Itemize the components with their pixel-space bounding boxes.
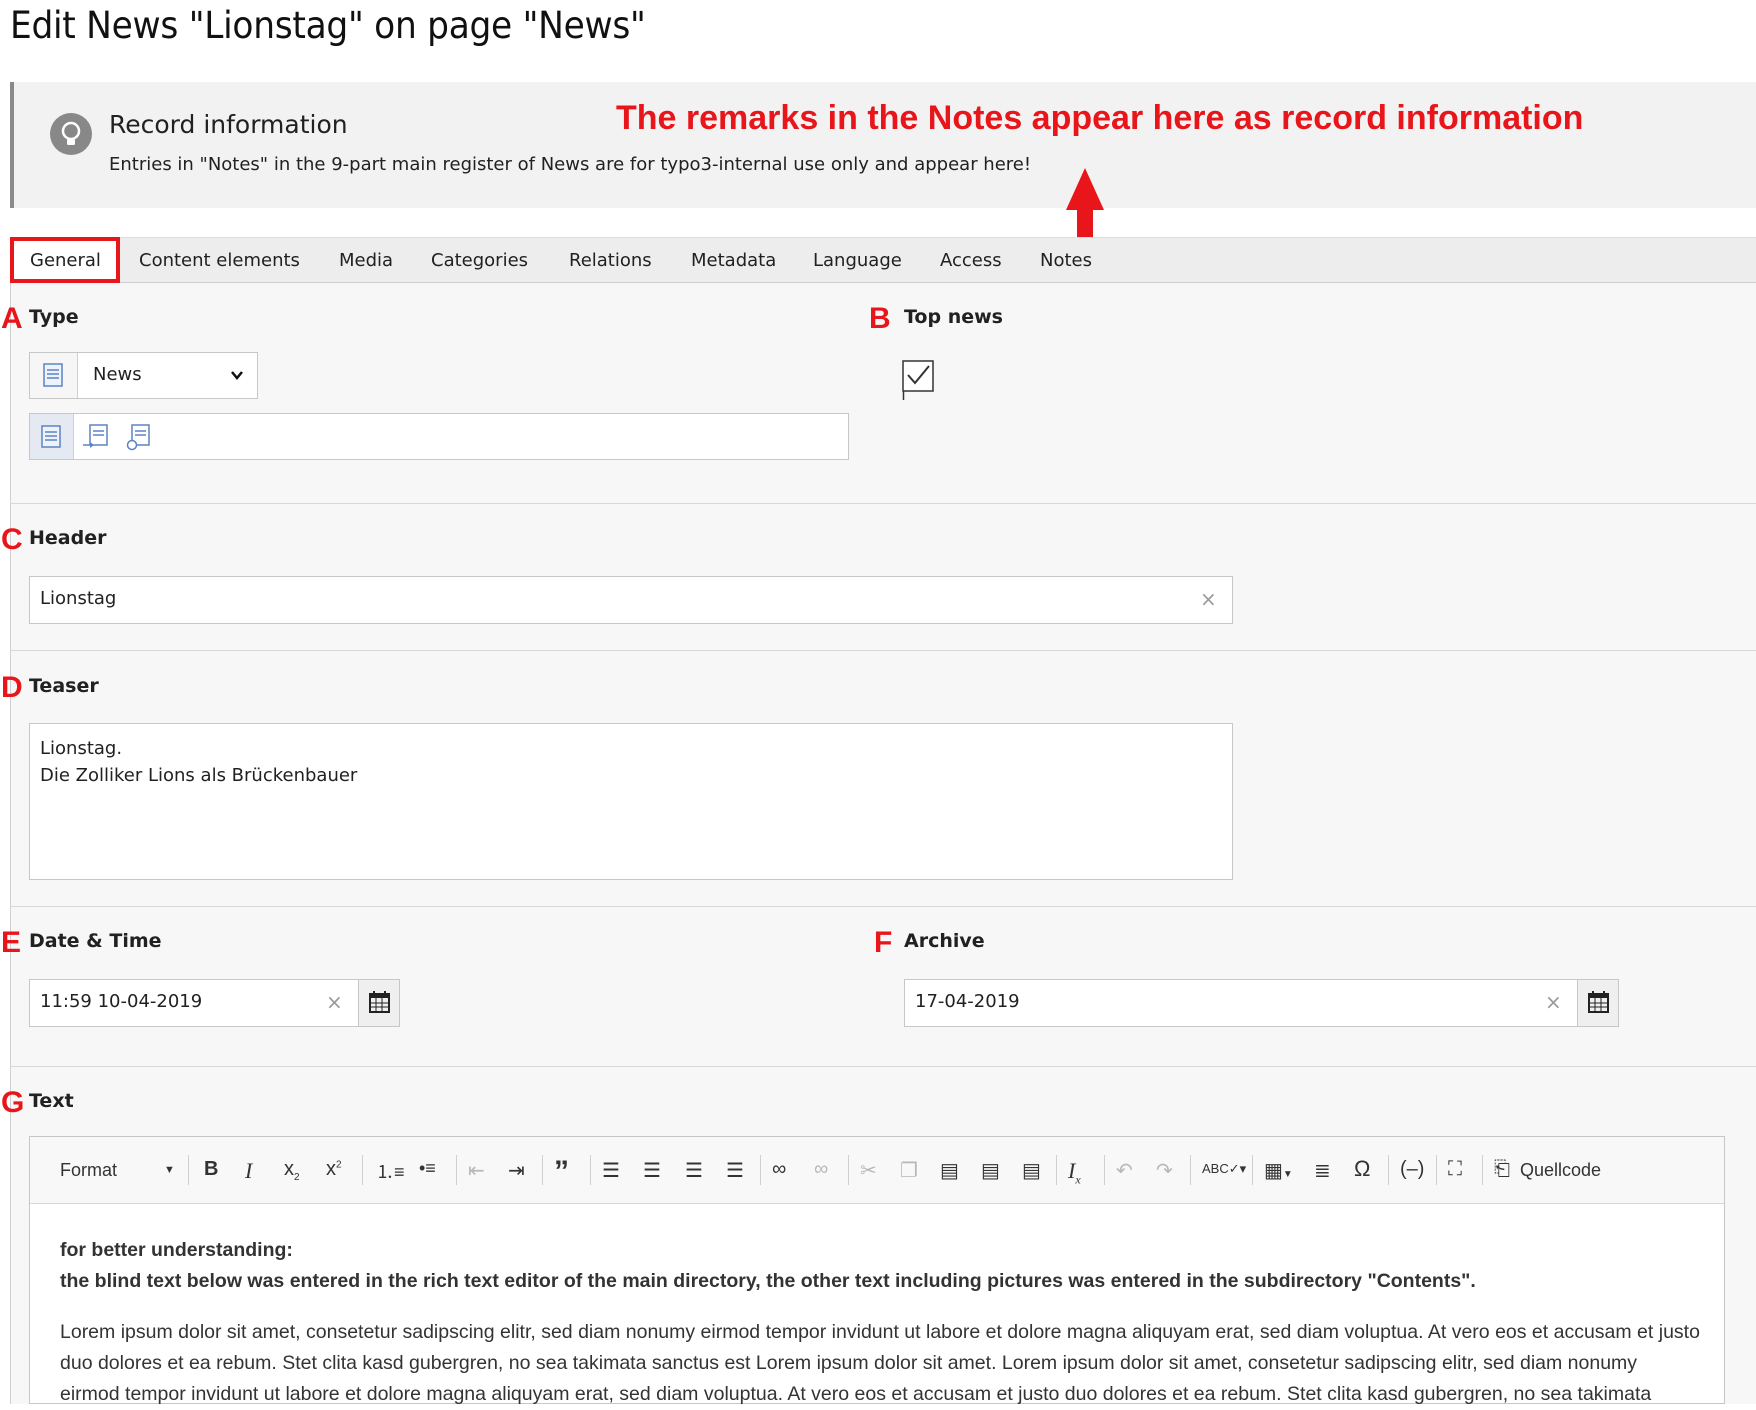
type-news-option[interactable] [30,414,74,459]
divider [10,650,1756,651]
calendar-icon [1588,991,1609,1013]
cut-icon[interactable]: ✂ [860,1158,877,1183]
tab-media[interactable]: Media [339,250,393,271]
rte-paragraph: Lorem ipsum dolor sit amet, consetetur s… [60,1321,1700,1405]
marker-e: E [1,926,22,959]
archive-label: Archive [904,930,985,952]
text-label: Text [29,1090,74,1112]
align-center-icon[interactable]: ☰ [643,1158,661,1183]
rte-content[interactable]: for better understanding: the blind text… [60,1235,1700,1410]
datetime-label: Date & Time [29,930,162,952]
numbered-list-icon[interactable]: ⒈≡ [376,1158,405,1184]
datetime-input[interactable]: 11:59 10-04-2019 × [29,979,360,1027]
paste-icon[interactable]: ▤ [940,1158,959,1183]
bold-icon[interactable]: B [204,1158,218,1181]
source-code-button[interactable]: Quellcode [1520,1160,1601,1181]
lightbulb-icon [50,113,92,155]
teaser-line-2: Die Zolliker Lions als Brückenbauer [40,765,358,786]
header-input-value: Lionstag [40,588,117,609]
header-input[interactable]: Lionstag × [29,576,1233,624]
rich-text-editor: Format ▼ B I x2 x2 ⒈≡ •≡ ⇤ ⇥ ” ☰ ☰ ☰ ☰ ∞… [29,1136,1725,1405]
caret-down-icon: ▼ [164,1164,175,1176]
spellcheck-icon[interactable]: ABC✓▾ [1202,1161,1246,1177]
divider [10,1066,1756,1067]
tab-content-elements[interactable]: Content elements [139,250,300,271]
indent-icon[interactable]: ⇥ [508,1158,525,1183]
archive-input[interactable]: 17-04-2019 × [904,979,1579,1027]
tab-bar: Content elements Media Categories Relati… [10,237,1756,283]
blockquote-icon[interactable]: ” [554,1155,569,1189]
tab-access[interactable]: Access [940,250,1002,271]
clear-icon[interactable]: × [1545,990,1562,1014]
type-external-link-option[interactable] [122,414,158,459]
marker-d: D [1,671,23,704]
marker-g: G [1,1086,25,1119]
unlink-icon[interactable]: ∞ [814,1158,828,1181]
datetime-calendar-button[interactable] [358,979,400,1027]
top-news-label: Top news [904,306,1003,328]
marker-a: A [1,302,23,335]
type-label: Type [29,306,79,328]
subscript-icon[interactable]: x2 [284,1158,300,1183]
special-character-icon[interactable]: Ω [1354,1156,1370,1182]
italic-icon[interactable]: I [245,1158,252,1184]
table-icon[interactable]: ▦▼ [1264,1158,1293,1183]
remove-format-icon[interactable]: Ix [1068,1158,1081,1187]
outdent-icon[interactable]: ⇤ [468,1158,485,1183]
teaser-textarea[interactable]: Lionstag. Die Zolliker Lions als Brücken… [29,723,1233,880]
marker-f: F [874,926,893,959]
type-select-value: News [93,364,142,385]
chevron-down-icon [230,367,244,386]
rte-bold-line-1: for better understanding: [60,1239,293,1261]
teaser-line-1: Lionstag. [40,738,123,759]
rte-toolbar: Format ▼ B I x2 x2 ⒈≡ •≡ ⇤ ⇥ ” ☰ ☰ ☰ ☰ ∞… [30,1137,1724,1204]
copy-icon[interactable]: ❐ [900,1158,918,1183]
align-justify-icon[interactable]: ☰ [726,1158,744,1183]
horizontal-line-icon[interactable]: ≣ [1314,1158,1331,1183]
bullet-list-icon[interactable]: •≡ [419,1158,436,1179]
divider [10,906,1756,907]
maximize-icon[interactable]: ⛶ [1448,1158,1462,1181]
superscript-icon[interactable]: x2 [326,1158,342,1181]
clear-icon[interactable]: × [1200,587,1217,611]
archive-input-value: 17-04-2019 [915,991,1020,1012]
type-icon-selector [29,413,849,460]
archive-calendar-button[interactable] [1577,979,1619,1027]
paste-word-icon[interactable]: ▤ [1022,1158,1041,1183]
divider [10,503,1756,504]
rte-bold-line-2: the blind text below was entered in the … [60,1270,1476,1292]
tab-categories[interactable]: Categories [431,250,528,271]
marker-c: C [1,523,23,556]
undo-icon[interactable]: ↶ [1116,1158,1133,1183]
redo-icon[interactable]: ↷ [1156,1158,1173,1183]
page-title: Edit News "Lionstag" on page "News" [10,4,646,47]
calendar-icon [369,991,390,1013]
header-label: Header [29,527,107,549]
type-internal-link-option[interactable] [80,414,116,459]
tab-general[interactable]: General [10,237,120,283]
type-select[interactable]: News [29,352,258,399]
top-news-checkbox[interactable] [902,360,934,406]
record-information-title: Record information [109,110,348,139]
align-left-icon[interactable]: ☰ [602,1158,620,1183]
marker-b: B [869,302,891,335]
tab-language[interactable]: Language [813,250,902,271]
record-information-text: Entries in "Notes" in the 9-part main re… [109,154,1032,175]
align-right-icon[interactable]: ☰ [685,1158,703,1183]
link-icon[interactable]: ∞ [772,1158,786,1181]
notes-annotation: The remarks in the Notes appear here as … [616,99,1584,137]
soft-hyphen-icon[interactable]: (–) [1400,1158,1424,1181]
source-code-icon: ⎗ [1494,1158,1510,1180]
tab-general-label: General [30,250,101,271]
paste-text-icon[interactable]: ▤ [981,1158,1000,1183]
tab-notes[interactable]: Notes [1040,250,1092,271]
format-dropdown[interactable]: Format [60,1160,117,1181]
clear-icon[interactable]: × [326,990,343,1014]
tab-relations[interactable]: Relations [569,250,652,271]
teaser-label: Teaser [29,675,99,697]
tab-metadata[interactable]: Metadata [691,250,776,271]
news-record-icon [30,353,78,398]
datetime-input-value: 11:59 10-04-2019 [40,991,203,1012]
